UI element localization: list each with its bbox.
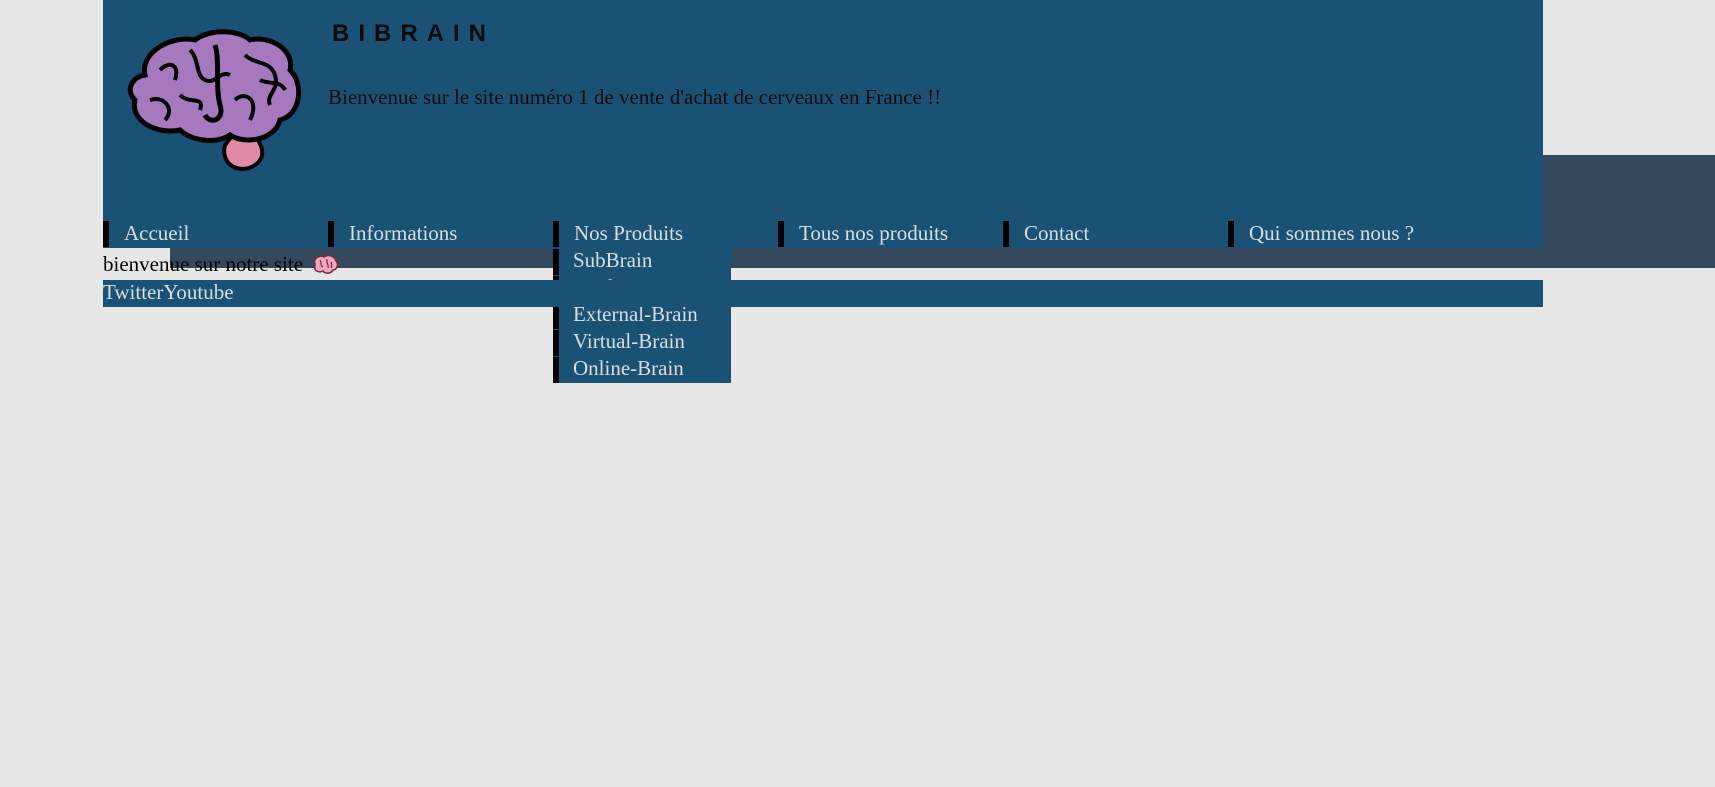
twitter-link[interactable]: Twitter [103,280,163,304]
dropdown-item-marker [553,357,559,383]
nav-item-informations[interactable]: Informations [328,220,553,248]
site-header: BIBRAIN Bienvenue sur le site numéro 1 d… [103,0,1543,383]
nav-item-label[interactable]: Nos Produits [574,221,683,246]
nav-item-label[interactable]: Accueil [124,221,189,246]
nav-item-marker [1228,221,1234,247]
nav-item-contact[interactable]: Contact [1003,220,1228,248]
welcome-line: bienvenue sur notre site [103,252,339,277]
site-container: BIBRAIN Bienvenue sur le site numéro 1 d… [103,0,1543,383]
site-title: BIBRAIN [332,20,495,47]
nav-item-tous-nos-produits[interactable]: Tous nos produits [778,220,1003,248]
nav-item-marker [553,221,559,247]
main-nav: Accueil Informations Nos Produits SubBra… [103,220,1543,383]
brain-emoji-icon [313,254,339,274]
nav-item-label[interactable]: Tous nos produits [799,221,948,246]
nav-item-marker [103,221,109,247]
nav-item-nos-produits[interactable]: Nos Produits SubBrain Dual-Brain Externa… [553,220,778,383]
dropdown-item-marker [553,330,559,356]
dropdown-item-subbrain[interactable]: SubBrain [553,248,731,275]
nav-item-accueil[interactable]: Accueil [103,220,328,248]
dropdown-item-label[interactable]: SubBrain [573,248,652,273]
nav-item-label[interactable]: Informations [349,221,457,246]
nav-item-marker [328,221,334,247]
dropdown-item-label[interactable]: Virtual-Brain [573,329,685,354]
dropdown-item-marker [553,249,559,275]
products-dropdown: SubBrain Dual-Brain External-Brain Virtu… [553,248,731,383]
youtube-link[interactable]: Youtube [163,280,233,304]
nav-item-marker [1003,221,1009,247]
welcome-text: bienvenue sur notre site [103,252,304,276]
nav-item-label[interactable]: Qui sommes nous ? [1249,221,1414,246]
dropdown-item-virtual-brain[interactable]: Virtual-Brain [553,329,731,356]
dropdown-item-online-brain[interactable]: Online-Brain [553,356,731,383]
nav-item-qui-sommes-nous[interactable]: Qui sommes nous ? [1228,220,1453,248]
nav-item-label[interactable]: Contact [1024,221,1089,246]
social-links-bar: TwitterYoutube [103,280,1543,307]
nav-item-marker [778,221,784,247]
site-tagline: Bienvenue sur le site numéro 1 de vente … [328,85,942,109]
brain-logo-icon [127,29,302,171]
dropdown-item-label[interactable]: Online-Brain [573,356,684,381]
